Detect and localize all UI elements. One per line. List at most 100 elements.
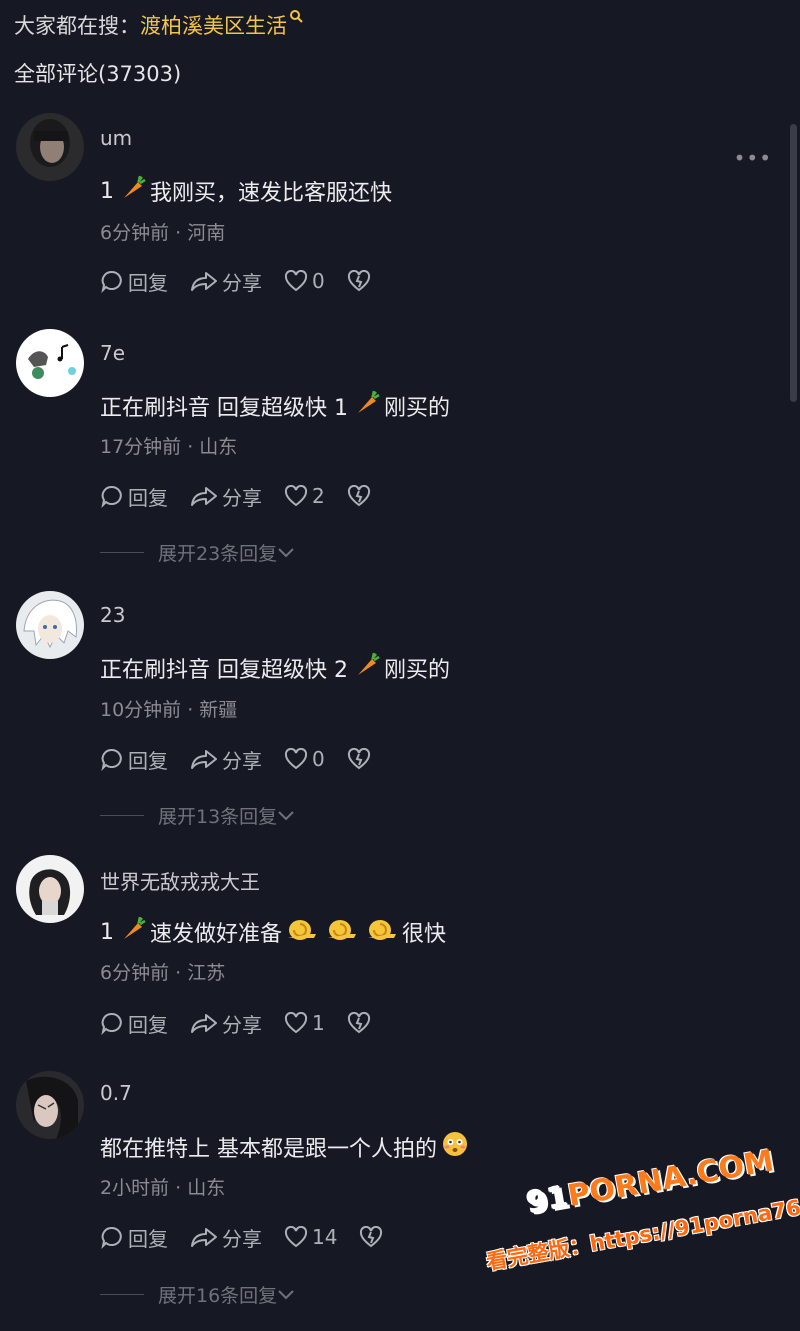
avatar[interactable] [16, 113, 84, 181]
comment-actions: 回复 分享 2 [100, 481, 397, 511]
broken-heart-icon [347, 1012, 370, 1034]
dislike-button[interactable] [359, 1226, 387, 1248]
share-button[interactable]: 分享 [190, 267, 262, 296]
expand-replies-button[interactable]: 展开13条回复 [100, 802, 295, 829]
watermark: 91PORNA.COM 看完整版：https://91porna76.com [470, 1111, 800, 1316]
chevron-down-icon [278, 810, 294, 820]
divider-line [100, 552, 144, 553]
heart-icon [284, 485, 308, 507]
more-options-icon[interactable]: ••• [734, 146, 772, 170]
avatar[interactable] [16, 855, 84, 923]
comment-text-end: 很快 [402, 922, 447, 947]
comment-text-start: 1 [100, 178, 114, 204]
comments-count-title: 全部评论(37303) [14, 62, 182, 86]
dislike-button[interactable] [347, 748, 375, 770]
comment-time-location: 17分钟前 · 山东 [100, 436, 238, 458]
comment-time-location: 6分钟前 · 河南 [100, 222, 226, 244]
heart-icon [284, 1012, 308, 1034]
chat-bubble-icon [101, 1012, 122, 1035]
avatar[interactable] [16, 329, 84, 397]
share-label: 分享 [222, 1226, 262, 1251]
reply-button[interactable]: 回复 [100, 745, 168, 774]
chat-bubble-icon [101, 270, 122, 293]
dislike-button[interactable] [347, 270, 375, 292]
expand-replies-label: 展开23条回复 [158, 543, 278, 565]
trending-search-term[interactable]: 渡柏溪美区生活 [140, 10, 287, 40]
reply-label: 回复 [128, 485, 168, 510]
like-button[interactable]: 14 [284, 1225, 337, 1249]
search-icon[interactable] [289, 9, 303, 27]
carrot-icon [352, 389, 380, 423]
avatar[interactable] [16, 1071, 84, 1139]
share-button[interactable]: 分享 [190, 745, 262, 774]
trending-search-bar[interactable]: 大家都在搜： 渡柏溪美区生活 [14, 8, 303, 42]
scrollbar[interactable] [790, 124, 797, 402]
comment-time-location: 6分钟前 · 江苏 [100, 962, 226, 984]
comment-username[interactable]: um [100, 126, 132, 150]
share-arrow-icon [191, 272, 217, 291]
share-label: 分享 [222, 1012, 262, 1037]
share-button[interactable]: 分享 [190, 1223, 262, 1252]
avatar[interactable] [16, 591, 84, 659]
chat-bubble-icon [101, 748, 122, 771]
flushed-face-icon [441, 1130, 469, 1164]
chat-bubble-icon [101, 485, 122, 508]
reply-button[interactable]: 回复 [100, 267, 168, 296]
comment-username[interactable]: 7e [100, 341, 125, 365]
comment-text: 正在刷抖音 回复超级快 2 刚买的 [100, 651, 450, 685]
comment-text-start: 正在刷抖音 回复超级快 2 [100, 658, 348, 683]
divider-line [100, 815, 144, 816]
comment-text-mid: 速发做好准备 [150, 922, 283, 947]
like-count: 1 [312, 1011, 325, 1035]
comment-username[interactable]: 世界无敌戎戎大王 [100, 866, 260, 895]
snail-icon [286, 916, 318, 948]
like-count: 0 [312, 269, 325, 293]
snail-icon [326, 916, 358, 948]
chat-bubble-icon [101, 1226, 122, 1249]
watermark-logo-prefix: 91 [524, 1179, 572, 1222]
dislike-button[interactable] [347, 485, 375, 507]
comment-actions: 回复 分享 0 [100, 266, 397, 296]
comment-text-start: 正在刷抖音 回复超级快 1 [100, 396, 348, 421]
share-button[interactable]: 分享 [190, 482, 262, 511]
comment-username[interactable]: 23 [100, 603, 125, 627]
reply-label: 回复 [128, 748, 168, 773]
broken-heart-icon [347, 748, 370, 770]
dislike-button[interactable] [347, 1012, 375, 1034]
comment-text-start: 都在推特上 基本都是跟一个人拍的 [100, 1137, 437, 1162]
comment-actions: 回复 分享 1 [100, 1008, 397, 1038]
like-button[interactable]: 1 [284, 1011, 325, 1035]
chevron-down-icon [278, 547, 294, 557]
expand-replies-label: 展开16条回复 [158, 1285, 278, 1307]
comment-actions: 回复 分享 0 [100, 744, 397, 774]
like-button[interactable]: 0 [284, 269, 325, 293]
expand-replies-button[interactable]: 展开16条回复 [100, 1281, 295, 1308]
reply-label: 回复 [128, 270, 168, 295]
like-button[interactable]: 0 [284, 747, 325, 771]
comment-text: 1 我刚买，速发比客服还快 [100, 174, 392, 208]
broken-heart-icon [347, 485, 370, 507]
like-button[interactable]: 2 [284, 484, 325, 508]
carrot-icon [352, 651, 380, 685]
comment-time-location: 2小时前 · 山东 [100, 1177, 226, 1199]
comment-text-end: 刚买的 [383, 658, 450, 683]
comment-text-start: 1 [100, 919, 114, 945]
reply-button[interactable]: 回复 [100, 1223, 168, 1252]
comment-text: 都在推特上 基本都是跟一个人拍的 [100, 1130, 473, 1164]
heart-icon [284, 748, 308, 770]
share-arrow-icon [191, 1014, 217, 1033]
share-arrow-icon [191, 487, 217, 506]
reply-button[interactable]: 回复 [100, 482, 168, 511]
like-count: 2 [312, 484, 325, 508]
comment-text: 1 速发做好准备 很快 [100, 915, 446, 949]
chevron-down-icon [278, 1289, 294, 1299]
share-arrow-icon [191, 1228, 217, 1247]
comment-time-location: 10分钟前 · 新疆 [100, 699, 238, 721]
reply-label: 回复 [128, 1226, 168, 1251]
comment-username[interactable]: 0.7 [100, 1081, 132, 1105]
like-count: 14 [312, 1225, 338, 1249]
snail-icon [366, 916, 398, 948]
share-button[interactable]: 分享 [190, 1009, 262, 1038]
expand-replies-button[interactable]: 展开23条回复 [100, 539, 295, 566]
reply-button[interactable]: 回复 [100, 1009, 168, 1038]
